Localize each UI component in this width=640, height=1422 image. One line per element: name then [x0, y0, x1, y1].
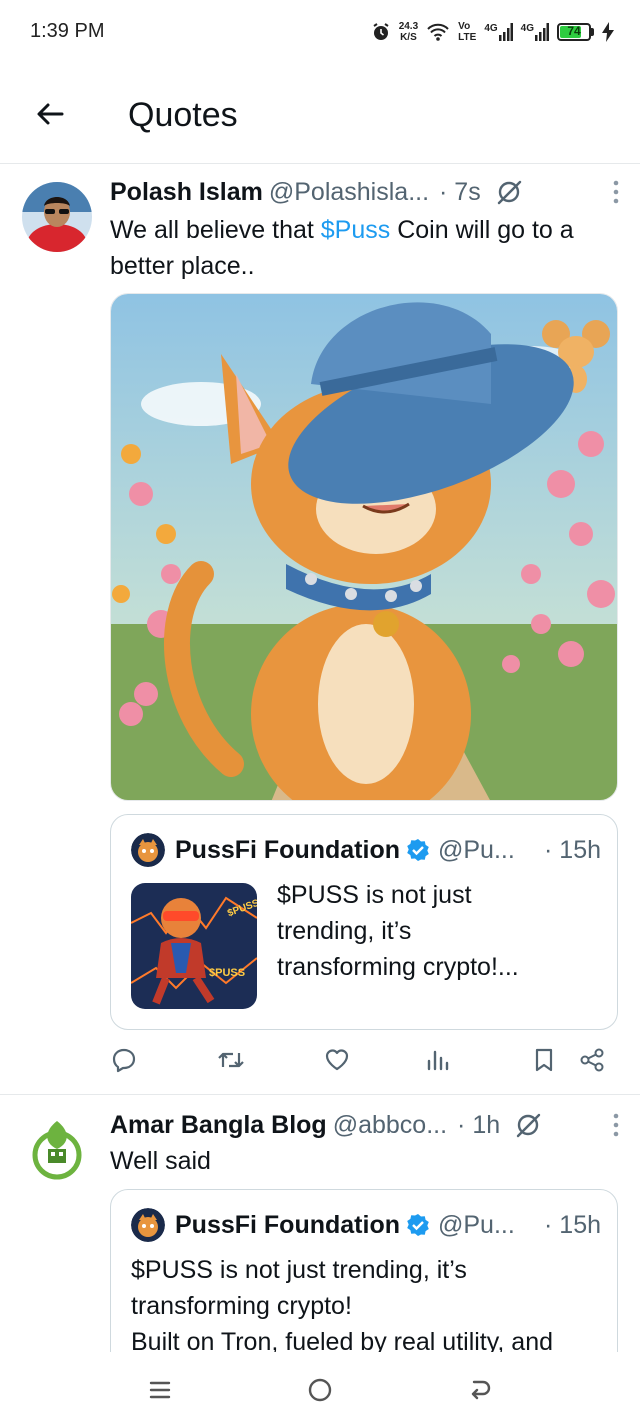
signal-icon: 4G — [484, 23, 513, 41]
home-button[interactable] — [300, 1370, 340, 1410]
quoted-tweet-text: $PUSS is not just trending, it’s transfo… — [277, 877, 519, 985]
bookmark-button[interactable] — [524, 1040, 564, 1080]
bookmark-icon — [535, 1048, 553, 1072]
volte-bottom: LTE — [458, 32, 477, 43]
tweet-media-image[interactable] — [110, 293, 618, 801]
like-icon — [325, 1049, 349, 1071]
tweet-header: Polash Islam @Polashisla... · 7s — [110, 174, 620, 210]
signal2-label: 4G — [520, 23, 534, 34]
alarm-icon — [371, 22, 391, 42]
avatar[interactable] — [22, 1115, 92, 1185]
battery-level: 74 — [567, 24, 581, 38]
quoted-author-name: PussFi Foundation — [175, 835, 400, 864]
quoted-tweet-time: · 15h — [544, 835, 601, 864]
like-button[interactable] — [317, 1040, 357, 1080]
arrow-left-icon — [37, 103, 64, 125]
back-nav-button[interactable] — [460, 1370, 500, 1410]
page-title: Quotes — [128, 96, 238, 134]
tweet-time[interactable]: · 1h — [457, 1111, 500, 1140]
retweet-button[interactable] — [211, 1040, 251, 1080]
signal1-label: 4G — [484, 23, 498, 34]
verified-badge-icon — [406, 838, 430, 862]
grok-icon[interactable] — [514, 1111, 542, 1139]
page-header: Quotes — [0, 64, 640, 164]
tweet-actions — [110, 1040, 610, 1080]
quoted-tweet-text: $PUSS is not just trending, it’s transfo… — [131, 1252, 553, 1352]
status-bar: 1:39 PM 24.3 K/S Vo LTE 4G 4G 74 — [0, 0, 640, 64]
wifi-icon — [426, 22, 450, 42]
quoted-tweet-header: PussFi Foundation @Pu... · 15h — [131, 1208, 601, 1242]
more-options-icon[interactable] — [612, 178, 620, 213]
verified-badge-icon — [406, 1213, 430, 1237]
network-speed-unit: K/S — [400, 32, 417, 43]
quoted-text-line: $PUSS is not just trending, it’s — [131, 1256, 467, 1284]
status-icons: 24.3 K/S Vo LTE 4G 4G 74 — [371, 16, 614, 48]
tweet-text: We all believe that $Puss Coin will go t… — [110, 212, 620, 284]
author-name[interactable]: Polash Islam — [110, 178, 263, 207]
quoted-text-line: transforming crypto! — [131, 1292, 352, 1320]
author-handle[interactable]: @abbco... — [333, 1111, 447, 1140]
signal2-icon: 4G — [521, 23, 549, 41]
tweet-text-start: We all believe that — [110, 216, 321, 244]
quoted-author-handle: @Pu... — [438, 835, 515, 864]
author-name[interactable]: Amar Bangla Blog — [110, 1111, 327, 1140]
quoted-author-handle: @Pu... — [438, 1210, 515, 1239]
quoted-tweet-card[interactable]: PussFi Foundation @Pu... · 15h $PUSS is … — [110, 1189, 618, 1352]
back-icon — [471, 1380, 491, 1400]
reply-button[interactable] — [104, 1040, 144, 1080]
quoted-text-line: $PUSS is not just — [277, 881, 472, 909]
quoted-tweet-time: · 15h — [544, 1210, 601, 1239]
views-button[interactable] — [418, 1040, 458, 1080]
cartoon-cat-in-blue-hat-image — [111, 294, 617, 800]
quoted-tweet-card[interactable]: PussFi Foundation @Pu... · 15h $PUSS $PU… — [110, 814, 618, 1030]
quoted-media-thumbnail[interactable]: $PUSS $PUSS — [131, 883, 257, 1009]
quoted-author-avatar[interactable] — [131, 1208, 165, 1242]
battery-icon: 74 — [557, 23, 594, 41]
charging-icon — [602, 22, 614, 42]
grok-icon[interactable] — [495, 178, 523, 206]
views-icon — [427, 1050, 449, 1071]
back-button[interactable] — [30, 94, 70, 134]
network-speed: 24.3 K/S — [399, 21, 418, 43]
tweet-time[interactable]: · 7s — [439, 178, 481, 207]
author-handle[interactable]: @Polashisla... — [269, 178, 429, 207]
volte-top: Vo — [458, 21, 471, 32]
avatar[interactable] — [22, 182, 92, 252]
retweet-icon — [218, 1052, 244, 1068]
status-time: 1:39 PM — [30, 20, 105, 42]
share-button[interactable] — [572, 1040, 612, 1080]
home-icon — [308, 1378, 332, 1402]
network-speed-value: 24.3 — [398, 21, 419, 32]
quoted-text-line: trending, it’s — [277, 917, 412, 945]
quoted-tweet-header: PussFi Foundation @Pu... · 15h — [131, 833, 601, 867]
tweet-card[interactable]: Amar Bangla Blog @abbco... · 1h Well sai… — [0, 1095, 640, 1352]
recents-button[interactable] — [140, 1370, 180, 1410]
reply-icon — [112, 1048, 136, 1073]
share-icon — [580, 1048, 604, 1072]
tweet-card[interactable]: Polash Islam @Polashisla... · 7s We all … — [0, 164, 640, 1094]
cashtag-link[interactable]: $Puss — [321, 216, 390, 244]
quoted-author-name: PussFi Foundation — [175, 1210, 400, 1239]
tweet-header: Amar Bangla Blog @abbco... · 1h — [110, 1107, 620, 1143]
volte-indicator: Vo LTE — [458, 21, 476, 43]
quoted-text-line: transforming crypto!... — [277, 953, 519, 981]
more-options-icon[interactable] — [612, 1111, 620, 1146]
tweet-text: Well said — [110, 1147, 211, 1175]
quoted-text-line: Built on Tron, fueled by real utility, a… — [131, 1328, 553, 1352]
system-nav-bar — [0, 1352, 640, 1422]
quoted-author-avatar[interactable] — [131, 833, 165, 867]
recents-icon — [149, 1381, 171, 1399]
thumb-label-2: $PUSS — [209, 967, 246, 979]
